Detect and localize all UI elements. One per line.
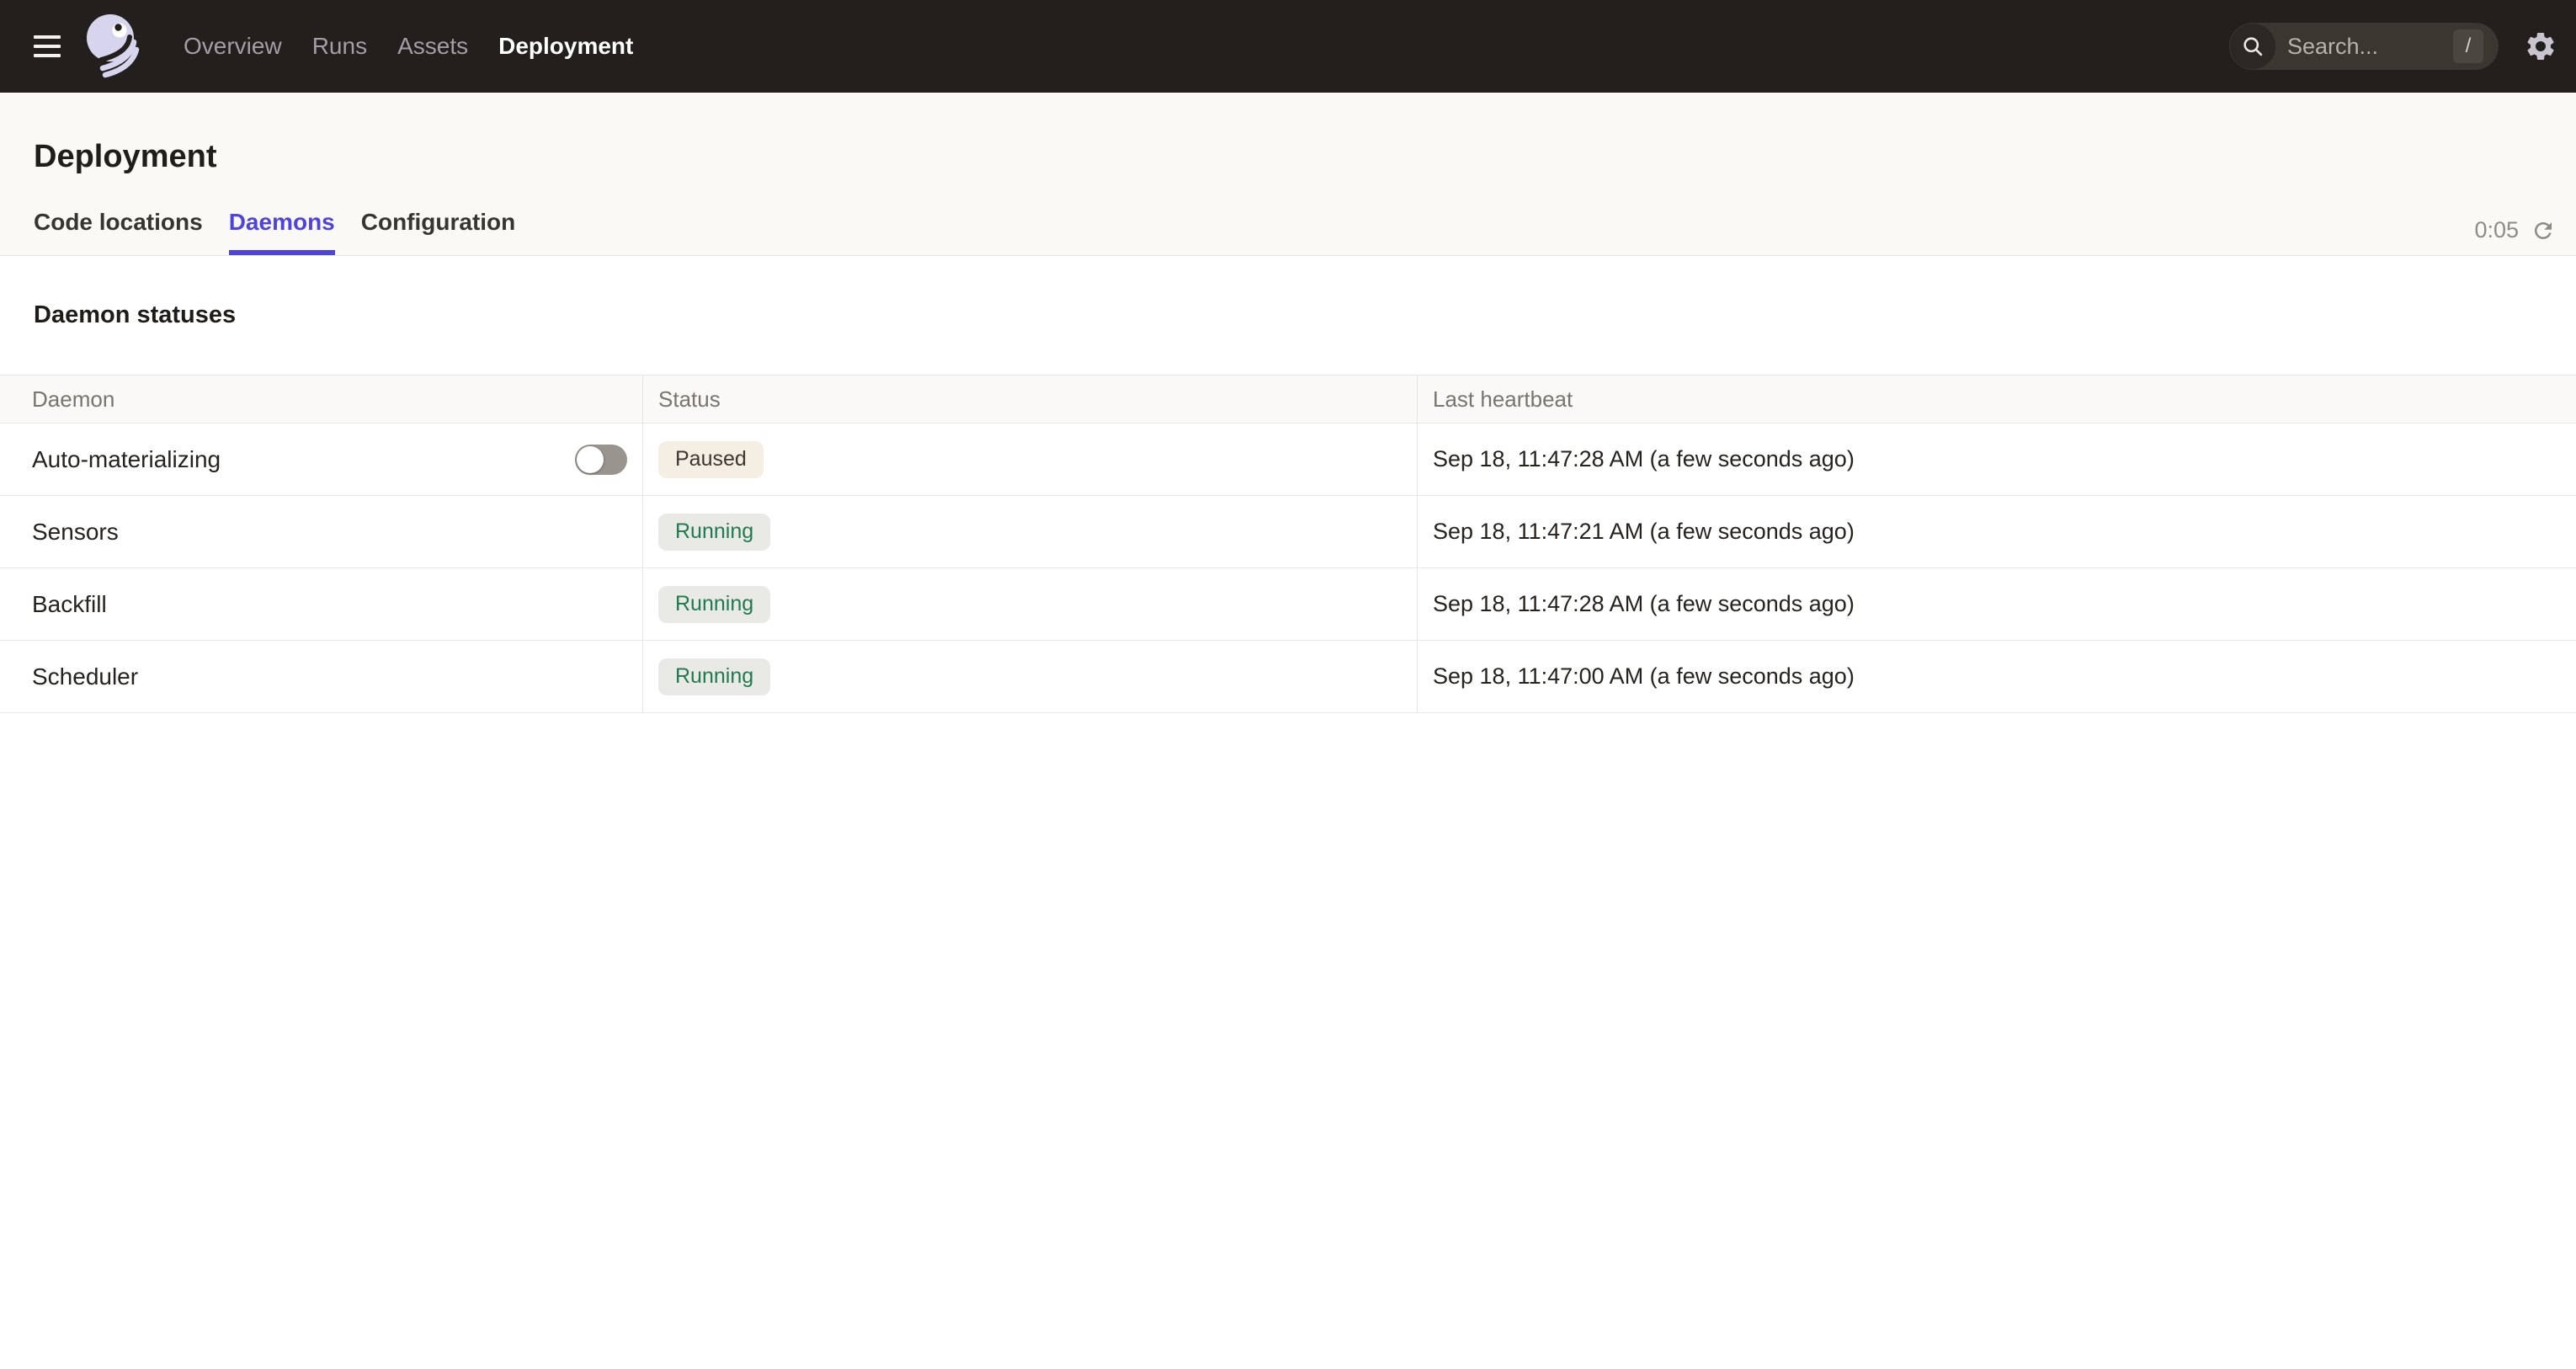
topbar-right: / <box>2229 23 2576 70</box>
daemons-content: Daemon statuses Daemon Status Last heart… <box>0 276 2576 713</box>
tab-daemons[interactable]: Daemons <box>229 209 335 255</box>
status-badge: Paused <box>658 441 764 478</box>
last-heartbeat: Sep 18, 11:47:00 AM (a few seconds ago) <box>1433 663 1855 690</box>
status-badge: Running <box>658 658 770 695</box>
table-row: Sensors Running Sep 18, 11:47:21 AM (a f… <box>0 496 2576 568</box>
nav-item-assets[interactable]: Assets <box>397 33 468 60</box>
status-badge: Running <box>658 586 770 623</box>
last-heartbeat: Sep 18, 11:47:28 AM (a few seconds ago) <box>1433 446 1855 472</box>
dagster-logo-icon[interactable] <box>82 14 146 78</box>
last-heartbeat: Sep 18, 11:47:21 AM (a few seconds ago) <box>1433 519 1855 545</box>
daemon-name: Scheduler <box>32 663 138 690</box>
refresh-icon <box>2531 218 2556 243</box>
nav-item-deployment[interactable]: Deployment <box>498 33 633 60</box>
table-header-row: Daemon Status Last heartbeat <box>0 376 2576 423</box>
table-row: Scheduler Running Sep 18, 11:47:00 AM (a… <box>0 641 2576 713</box>
table-row: Backfill Running Sep 18, 11:47:28 AM (a … <box>0 568 2576 641</box>
column-header-status: Status <box>658 386 721 413</box>
tab-configuration[interactable]: Configuration <box>361 209 516 255</box>
search-icon <box>2230 24 2275 69</box>
tab-bar: Code locations Daemons Configuration <box>34 209 515 255</box>
hamburger-icon <box>34 35 61 39</box>
refresh-button[interactable] <box>2531 218 2556 243</box>
status-badge: Running <box>658 514 770 551</box>
top-nav-bar: Overview Runs Assets Deployment / <box>0 0 2576 93</box>
tab-code-locations[interactable]: Code locations <box>34 209 203 255</box>
daemon-name: Sensors <box>32 519 119 546</box>
daemon-name: Auto-materializing <box>32 446 221 473</box>
page-title: Deployment <box>34 139 216 175</box>
daemon-name: Backfill <box>32 591 107 618</box>
primary-nav: Overview Runs Assets Deployment <box>184 33 633 60</box>
nav-item-runs[interactable]: Runs <box>312 33 367 60</box>
refresh-area: 0:05 <box>2474 217 2556 243</box>
page-header: Deployment Code locations Daemons Config… <box>0 93 2576 256</box>
refresh-countdown: 0:05 <box>2474 217 2519 243</box>
search-shortcut-key: / <box>2453 29 2483 63</box>
daemon-status-table: Daemon Status Last heartbeat Auto-materi… <box>0 375 2576 713</box>
table-row: Auto-materializing Paused Sep 18, 11:47:… <box>0 423 2576 496</box>
auto-materialize-toggle[interactable] <box>575 445 627 475</box>
toggle-knob-icon <box>577 446 604 473</box>
column-header-daemon: Daemon <box>32 386 114 413</box>
section-heading: Daemon statuses <box>0 276 2576 354</box>
column-header-last-heartbeat: Last heartbeat <box>1433 386 1573 413</box>
menu-button[interactable] <box>34 35 61 57</box>
gear-icon <box>2524 29 2557 63</box>
last-heartbeat: Sep 18, 11:47:28 AM (a few seconds ago) <box>1433 591 1855 617</box>
settings-button[interactable] <box>2524 29 2557 63</box>
search-bar[interactable]: / <box>2229 23 2499 70</box>
nav-item-overview[interactable]: Overview <box>184 33 282 60</box>
search-input[interactable] <box>2286 33 2420 61</box>
